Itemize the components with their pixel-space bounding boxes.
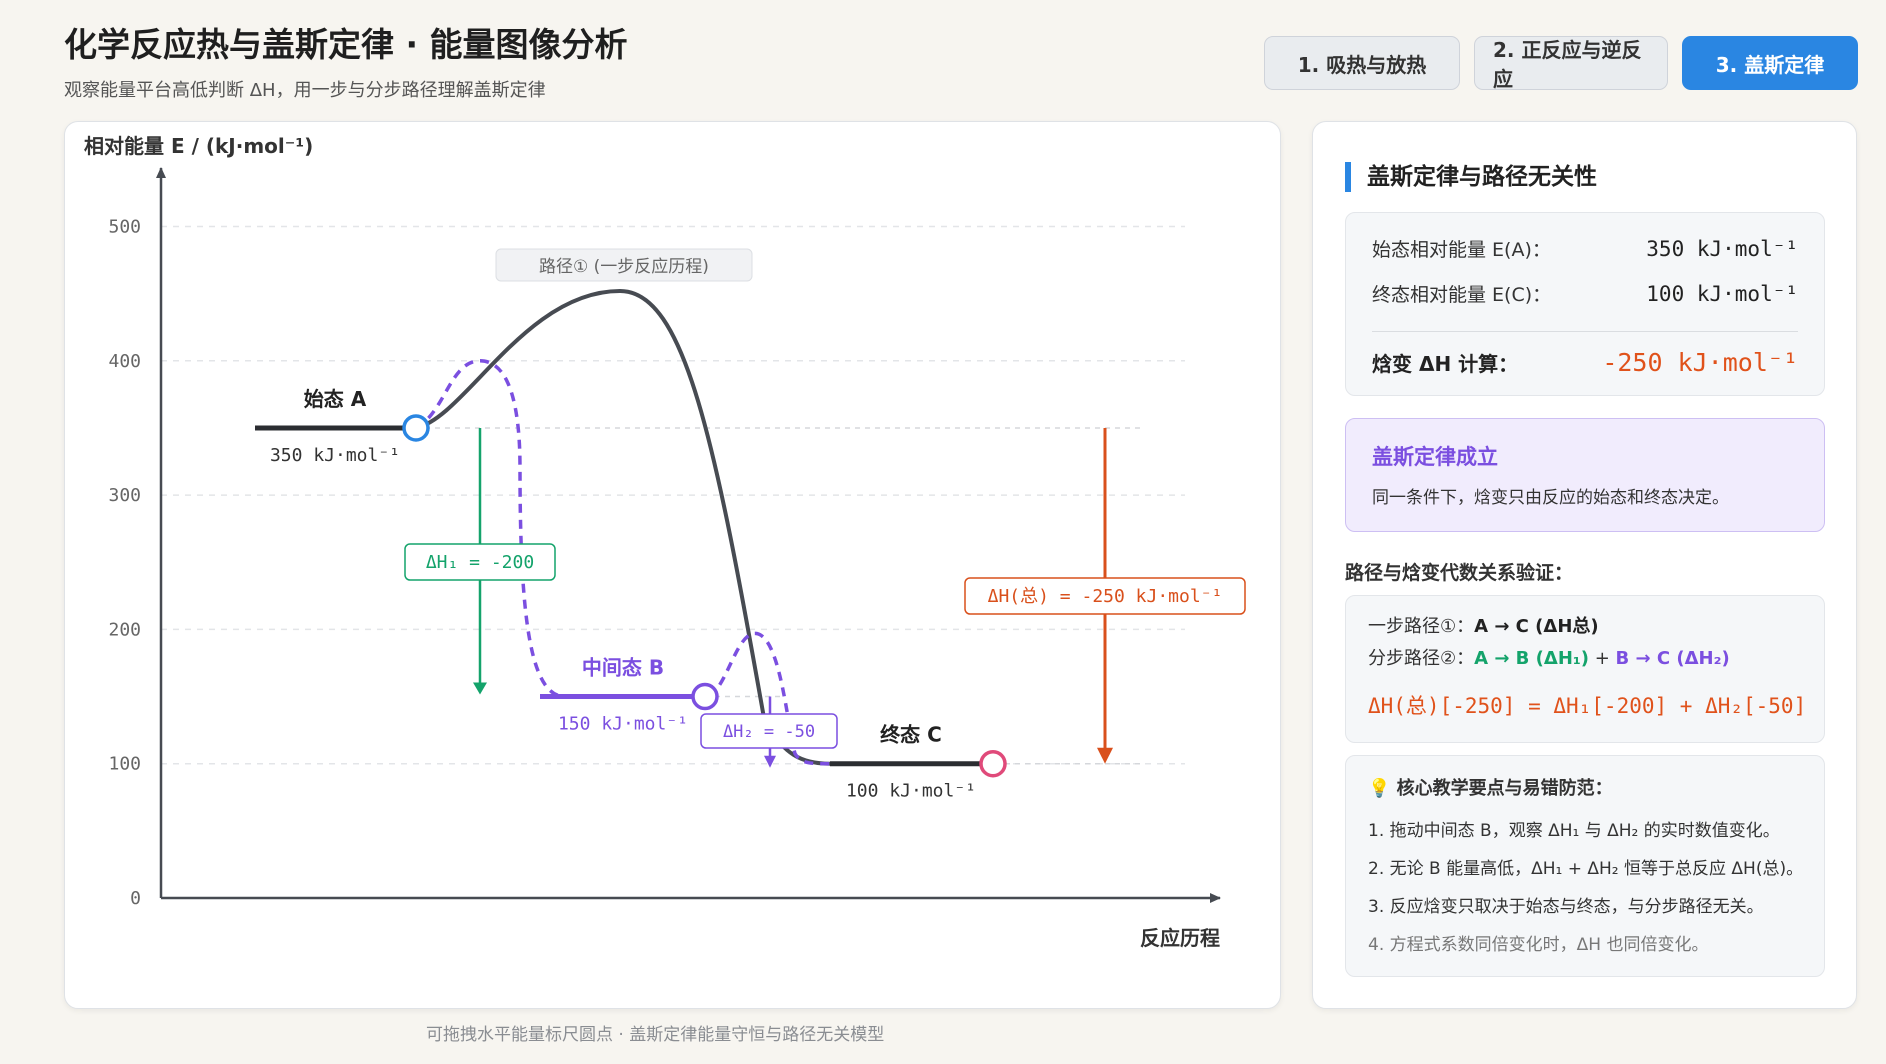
level-c-handle[interactable] [979,749,1007,778]
law-title: 盖斯定律成立 [1372,445,1498,469]
level-a-energy: 350 kJ·mol⁻¹ [270,445,400,466]
one-step-path: 一步路径①：A → C (ΔH总) [1368,612,1599,638]
info-title: 盖斯定律与路径无关性 [1345,162,1597,192]
multi-step-part1: A → B (ΔH₁) [1474,648,1590,669]
y-tick-label: 400 [108,351,141,372]
energy-diagram: 0 100 200 300 400 500 相对能量 E / (kJ·mol⁻¹) 反应历… [84,134,1246,950]
tab-bar: 1. 吸热与放热 2. 正反应与逆反应 3. 盖斯定律 [1264,36,1858,91]
energy-values-box: 始态相对能量 E(A)： 350 kJ·mol⁻¹ 终态相对能量 E(C)： 1… [1345,212,1825,396]
y-axis-title: 相对能量 E / (kJ·mol⁻¹) [84,134,313,158]
level-b-energy: 150 kJ·mol⁻¹ [558,714,688,735]
x-axis-title: 反应历程 [1140,926,1220,950]
y-tick-label: 100 [108,754,141,775]
tip-item: 1. 拖动中间态 B，观察 ΔH₁ 与 ΔH₂ 的实时数值变化。 [1368,821,1780,841]
one-step-expr: A → C (ΔH总) [1474,616,1599,637]
path-label-badge: 路径① (一步反应历程) [495,248,753,282]
level-b-handle[interactable] [691,682,719,711]
y-tick-label: 200 [108,619,141,640]
y-tick-label: 500 [108,217,141,238]
verify-box: 一步路径①：A → C (ΔH总) 分步路径②：A → B (ΔH₁) + B … [1345,595,1825,743]
ec-label: 终态相对能量 E(C)： [1372,284,1552,306]
enthalpy-arrows: ΔH₁ = -200 ΔH₂ = -50 ΔH(总) = -250 kJ·mol⁻¹ [404,427,1246,768]
tips-title: 💡 核心教学要点与易错防范： [1368,778,1613,799]
footer-note: 可拖拽水平能量标尺圆点 · 盖斯定律能量守恒与路径无关模型 [426,1025,885,1045]
tip-item: 2. 无论 B 能量高低，ΔH₁ + ΔH₂ 恒等于总反应 ΔH(总)。 [1368,859,1804,879]
grid-lines: 0 100 200 300 400 500 [108,217,1185,909]
dh-total-arrowhead [1097,747,1113,764]
dh-total-label: ΔH(总) = -250 kJ·mol⁻¹ [988,586,1223,607]
tip-item: 4. 方程式系数同倍变化时，ΔH 也同倍变化。 [1368,935,1709,955]
multi-step-plus: + [1589,648,1616,669]
multi-step-part2: B → C (ΔH₂) [1615,648,1730,669]
dh2-arrowhead [764,755,776,768]
tips-box: 💡 核心教学要点与易错防范： 1. 拖动中间态 B，观察 ΔH₁ 与 ΔH₂ 的… [1345,755,1825,977]
divider [1372,331,1798,332]
ea-value: 350 kJ·mol⁻¹ [1646,236,1798,261]
page-subtitle: 观察能量平台高低判断 ΔH，用一步与分步路径理解盖斯定律 [64,80,546,101]
level-b-label: 中间态 B [582,656,664,680]
tab-endothermic-exothermic[interactable]: 1. 吸热与放热 [1264,36,1460,90]
tab-hess-law[interactable]: 3. 盖斯定律 [1682,36,1858,90]
dh2-label: ΔH₂ = -50 [723,722,815,742]
level-c-energy: 100 kJ·mol⁻¹ [846,781,976,802]
y-tick-label: 300 [108,485,141,506]
hess-equation: ΔH(总)[-250] = ΔH₁[-200] + ΔH₂[-50] [1368,694,1807,718]
dh1-label: ΔH₁ = -200 [426,552,534,573]
level-a-handle[interactable] [402,414,430,442]
verify-heading: 路径与焓变代数关系验证： [1345,562,1574,584]
ec-value: 100 kJ·mol⁻¹ [1646,281,1798,306]
law-description: 同一条件下，焓变只由反应的始态和终态决定。 [1372,488,1729,508]
dh-value: -250 kJ·mol⁻¹ [1602,348,1798,377]
law-status-box: 盖斯定律成立 同一条件下，焓变只由反应的始态和终态决定。 [1345,418,1825,532]
level-labels: 始态 A 350 kJ·mol⁻¹ 中间态 B 150 kJ·mol⁻¹ 终态 C 100… [270,387,976,802]
multi-step-prefix: 分步路径②： [1368,648,1475,669]
ea-label: 始态相对能量 E(A)： [1372,239,1551,261]
level-c-label: 终态 C [880,723,942,747]
dh-label: 焓变 ΔH 计算： [1372,352,1519,376]
one-step-curve [415,288,831,766]
y-tick-label: 0 [130,888,141,909]
tip-item: 3. 反应焓变只取决于始态与终态，与分步路径无关。 [1368,897,1764,917]
info-panel: 盖斯定律与路径无关性 始态相对能量 E(A)： 350 kJ·mol⁻¹ 终态相… [1312,121,1857,1009]
one-step-prefix: 一步路径①： [1368,616,1475,637]
dh1-arrowhead [473,682,487,695]
reaction-curves [415,288,831,766]
level-a-label: 始态 A [304,387,367,411]
tab-forward-reverse[interactable]: 2. 正反应与逆反应 [1474,36,1668,91]
path-label: 路径① (一步反应历程) [539,257,709,277]
page-title: 化学反应热与盖斯定律 · 能量图像分析 [64,25,628,64]
multi-step-path: 分步路径②：A → B (ΔH₁) + B → C (ΔH₂) [1368,644,1730,670]
energy-diagram-panel: 0 100 200 300 400 500 相对能量 E / (kJ·mol⁻¹) 反应历… [64,121,1281,1009]
